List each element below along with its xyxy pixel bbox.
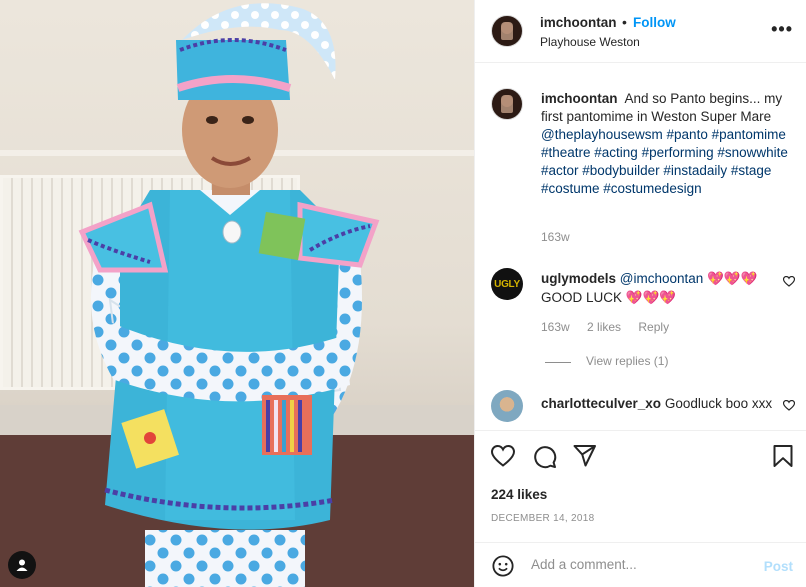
post-actions: 224 likes DECEMBER 14, 2018 (475, 430, 806, 540)
reply-button[interactable]: Reply (638, 320, 669, 334)
caption-mention[interactable]: @theplayhousewsm (541, 127, 663, 142)
post-detail-panel: imchoontan • Follow Playhouse Weston •••… (474, 0, 806, 587)
share-icon[interactable] (573, 445, 597, 467)
heart-small-icon[interactable] (783, 276, 795, 287)
comment-meta: 163w 2 likes Reply (541, 320, 683, 334)
comment-body: uglymodels @imchoontan 💖💖💖 GOOD LUCK 💖💖💖 (541, 269, 777, 307)
comment-emoji: 💖💖💖 (707, 271, 758, 286)
caption-username[interactable]: imchoontan (541, 91, 618, 106)
comment-text: GOOD LUCK (541, 290, 623, 305)
post-header: imchoontan • Follow Playhouse Weston ••• (475, 0, 806, 63)
commenter-username[interactable]: charlotteculver_xo (541, 396, 661, 411)
likes-count[interactable]: 224 likes (491, 487, 547, 502)
bookmark-icon[interactable] (773, 445, 793, 467)
user-icon (16, 559, 28, 571)
comments-list[interactable]: imchoontan And so Panto begins... my fir… (475, 64, 806, 430)
post-comment-button[interactable]: Post (764, 559, 793, 574)
add-comment-input[interactable] (531, 553, 751, 575)
caption-body: imchoontan And so Panto begins... my fir… (541, 90, 797, 198)
separator-dot: • (622, 14, 627, 30)
comment-likes[interactable]: 2 likes (587, 320, 621, 334)
view-replies-button[interactable]: View replies (1) (586, 354, 668, 368)
commenter-avatar[interactable]: UGLY (491, 268, 523, 300)
author-username[interactable]: imchoontan (540, 15, 617, 30)
replies-divider (545, 362, 571, 363)
heart-small-icon[interactable] (783, 400, 795, 411)
add-comment-bar: Post (475, 542, 806, 587)
commenter-username[interactable]: uglymodels (541, 271, 616, 286)
comment-text: Goodluck boo xxx (664, 396, 773, 411)
follow-button[interactable]: Follow (633, 15, 676, 30)
emoji-icon[interactable] (492, 555, 514, 577)
tagged-users-button[interactable] (8, 551, 36, 579)
commenter-avatar[interactable] (491, 390, 523, 422)
comment-emoji-2: 💖💖💖 (625, 290, 677, 305)
post-location[interactable]: Playhouse Weston (540, 35, 640, 49)
costumed-person-illustration (78, 3, 380, 587)
post-photo[interactable] (0, 0, 474, 587)
heart-icon[interactable] (491, 445, 515, 467)
caption-timestamp[interactable]: 163w (541, 230, 570, 244)
comment-timestamp[interactable]: 163w (541, 320, 570, 334)
more-options-icon[interactable]: ••• (771, 19, 793, 40)
author-avatar[interactable] (491, 15, 523, 47)
comment-icon[interactable] (533, 445, 557, 469)
comment-body: charlotteculver_xo Goodluck boo xxx (541, 394, 777, 413)
post-date[interactable]: DECEMBER 14, 2018 (491, 513, 594, 524)
caption-avatar[interactable] (491, 88, 523, 120)
comment-mention[interactable]: @imchoontan (620, 271, 704, 286)
